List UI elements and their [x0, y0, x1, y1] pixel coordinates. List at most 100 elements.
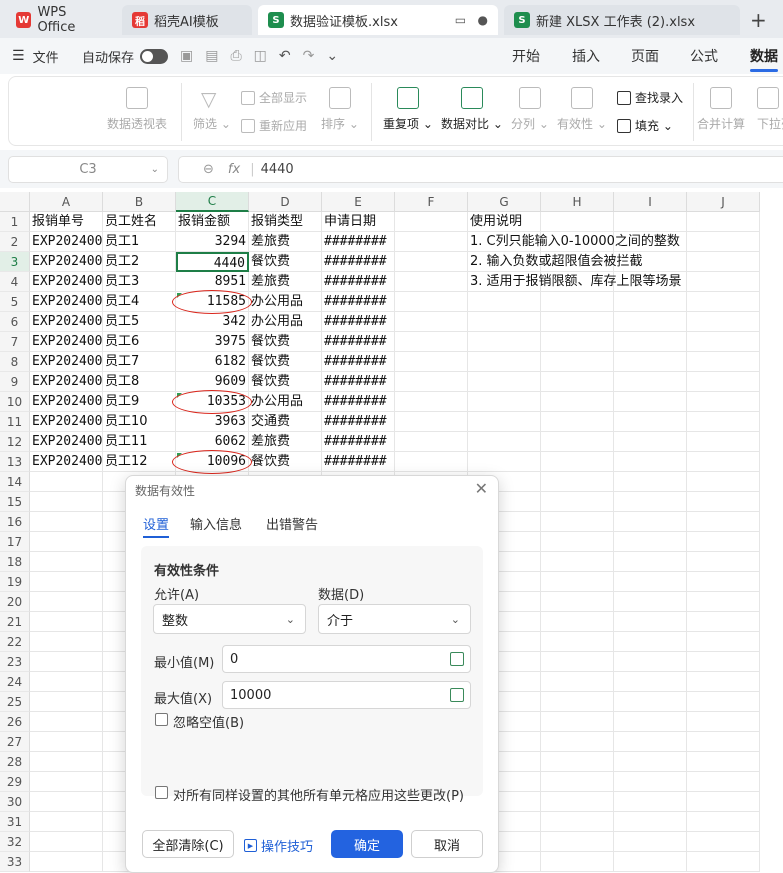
table-cell[interactable]: 差旅费 — [249, 272, 322, 292]
notes-title[interactable]: 使用说明 — [468, 212, 728, 232]
cancel-button[interactable]: 取消 — [411, 830, 483, 858]
table-cell[interactable] — [30, 752, 103, 772]
table-cell[interactable] — [614, 832, 687, 852]
table-cell[interactable] — [614, 652, 687, 672]
table-cell[interactable]: EXP20240002 — [30, 252, 103, 272]
table-cell[interactable] — [30, 832, 103, 852]
name-box[interactable]: C3 ⌄ — [8, 156, 168, 183]
table-cell[interactable]: 餐饮费 — [249, 372, 322, 392]
table-cell[interactable] — [468, 372, 541, 392]
table-cell[interactable] — [30, 592, 103, 612]
table-cell[interactable] — [614, 812, 687, 832]
row-header-22[interactable]: 22 — [0, 632, 30, 652]
new-tab-plus-icon[interactable]: + — [750, 8, 767, 32]
row-header-28[interactable]: 28 — [0, 752, 30, 772]
table-cell[interactable]: ######## — [322, 392, 395, 412]
table-cell[interactable] — [687, 432, 760, 452]
table-cell[interactable]: 员工2 — [103, 252, 176, 272]
table-cell[interactable] — [614, 412, 687, 432]
file-menu[interactable]: ☰ 文件 — [12, 38, 59, 74]
table-cell[interactable]: 员工12 — [103, 452, 176, 472]
table-cell[interactable] — [395, 272, 468, 292]
table-cell[interactable]: ######## — [322, 412, 395, 432]
table-cell[interactable] — [541, 652, 614, 672]
table-cell[interactable] — [687, 752, 760, 772]
table-cell[interactable] — [541, 412, 614, 432]
table-cell[interactable] — [687, 572, 760, 592]
header-cell[interactable]: 员工姓名 — [103, 212, 176, 232]
table-cell[interactable] — [687, 732, 760, 752]
row-header-31[interactable]: 31 — [0, 812, 30, 832]
table-cell[interactable]: 员工10 — [103, 412, 176, 432]
table-cell[interactable] — [687, 312, 760, 332]
table-cell[interactable]: ######## — [322, 292, 395, 312]
table-cell[interactable] — [30, 812, 103, 832]
row-header-24[interactable]: 24 — [0, 672, 30, 692]
table-cell[interactable]: 餐饮费 — [249, 332, 322, 352]
notes-line[interactable]: 2. 输入负数或超限值会被拦截 — [468, 252, 768, 272]
row-header-25[interactable]: 25 — [0, 692, 30, 712]
table-cell[interactable] — [30, 852, 103, 872]
table-cell[interactable] — [541, 572, 614, 592]
table-cell[interactable] — [468, 392, 541, 412]
table-cell[interactable] — [614, 432, 687, 452]
row-header-3[interactable]: 3 — [0, 252, 30, 272]
zoom-search-icon[interactable]: ⊖ — [203, 162, 214, 177]
row-header-11[interactable]: 11 — [0, 412, 30, 432]
column-header-e[interactable]: E — [322, 192, 395, 212]
table-cell[interactable]: 9609 — [176, 372, 249, 392]
table-cell[interactable]: ######## — [322, 252, 395, 272]
row-header-19[interactable]: 19 — [0, 572, 30, 592]
table-cell[interactable] — [541, 732, 614, 752]
table-cell[interactable] — [687, 612, 760, 632]
table-cell[interactable]: 员工3 — [103, 272, 176, 292]
table-cell[interactable]: 6062 — [176, 432, 249, 452]
table-cell[interactable] — [395, 392, 468, 412]
table-cell[interactable] — [614, 672, 687, 692]
fx-icon[interactable]: fx — [228, 162, 240, 177]
row-header-29[interactable]: 29 — [0, 772, 30, 792]
menu-start[interactable]: 开始 — [512, 38, 540, 74]
close-icon[interactable]: ✕ — [475, 479, 488, 498]
autosave-toggle[interactable]: 自动保存 — [82, 38, 169, 74]
sort-button[interactable]: 排序 ⌄ — [321, 87, 359, 132]
table-cell[interactable]: ######## — [322, 452, 395, 472]
table-cell[interactable]: 办公用品 — [249, 292, 322, 312]
table-cell[interactable] — [687, 592, 760, 612]
table-cell[interactable] — [687, 672, 760, 692]
table-cell[interactable]: ######## — [322, 432, 395, 452]
column-header-b[interactable]: B — [103, 192, 176, 212]
tab-error-alert[interactable]: 出错警告 — [266, 514, 318, 533]
ignore-blank-checkbox[interactable] — [155, 713, 168, 726]
table-cell[interactable] — [395, 332, 468, 352]
tab-docer[interactable]: 稻 稻壳AI模板 — [122, 5, 252, 35]
table-cell[interactable] — [687, 852, 760, 872]
table-cell[interactable] — [541, 392, 614, 412]
data-compare-button[interactable]: 数据对比 ⌄ — [441, 87, 503, 132]
table-cell[interactable] — [614, 512, 687, 532]
table-cell[interactable] — [541, 552, 614, 572]
range-picker-icon[interactable] — [450, 652, 464, 666]
row-header-23[interactable]: 23 — [0, 652, 30, 672]
table-cell[interactable] — [687, 512, 760, 532]
table-cell[interactable] — [614, 372, 687, 392]
table-cell[interactable] — [687, 472, 760, 492]
table-cell[interactable] — [687, 812, 760, 832]
menu-data[interactable]: 数据 — [750, 38, 778, 74]
clear-all-button[interactable]: 全部清除(C) — [142, 830, 234, 858]
row-header-18[interactable]: 18 — [0, 552, 30, 572]
table-cell[interactable]: 餐饮费 — [249, 252, 322, 272]
table-cell[interactable] — [30, 672, 103, 692]
table-cell[interactable] — [30, 472, 103, 492]
table-cell[interactable]: EXP20240007 — [30, 352, 103, 372]
row-header-21[interactable]: 21 — [0, 612, 30, 632]
table-cell[interactable]: 餐饮费 — [249, 352, 322, 372]
row-header-32[interactable]: 32 — [0, 832, 30, 852]
table-cell[interactable] — [541, 632, 614, 652]
row-header-2[interactable]: 2 — [0, 232, 30, 252]
allow-select[interactable]: 整数 ⌄ — [153, 604, 306, 634]
table-cell[interactable] — [541, 752, 614, 772]
table-cell[interactable] — [30, 712, 103, 732]
table-cell[interactable] — [687, 352, 760, 372]
validity-button[interactable]: 有效性 ⌄ — [557, 87, 607, 132]
